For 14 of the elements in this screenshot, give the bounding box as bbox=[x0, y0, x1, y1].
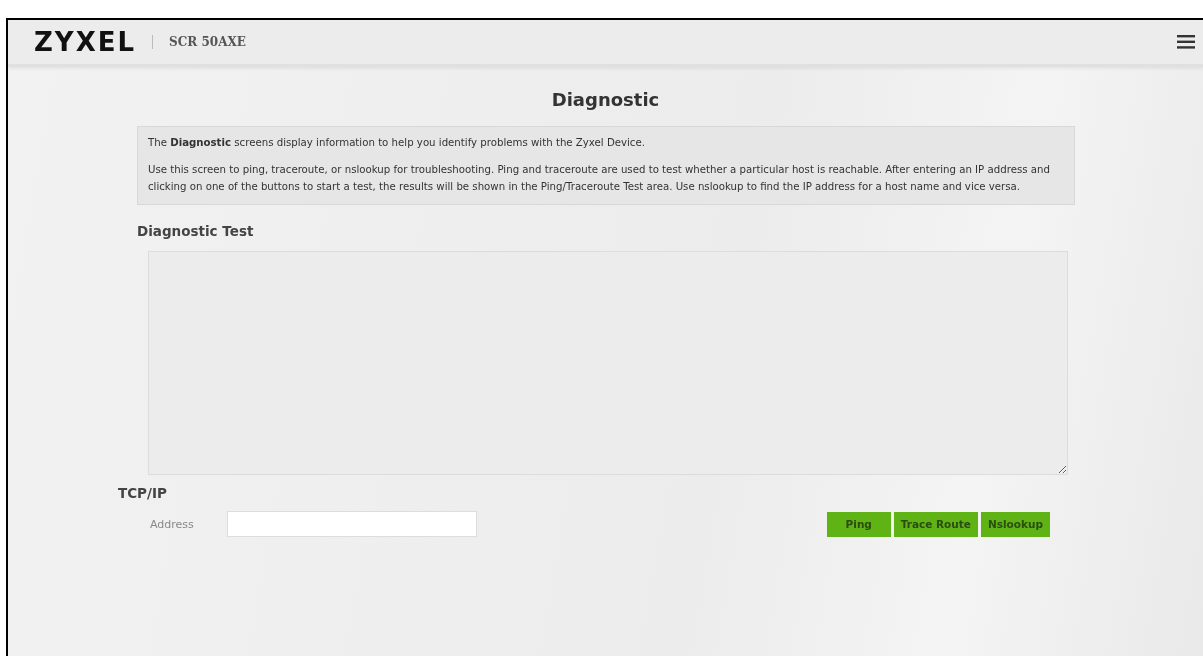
model-name: SCR 50AXE bbox=[169, 35, 246, 49]
logo: ZYXEL bbox=[34, 27, 137, 57]
test-button[interactable]: Trace Route bbox=[893, 511, 978, 537]
test-button[interactable]: Nslookup bbox=[980, 511, 1050, 537]
field-label: Address bbox=[150, 517, 195, 531]
test-button[interactable]: Ping bbox=[826, 511, 891, 537]
section-heading: TCP/IP bbox=[118, 485, 168, 501]
section-heading: Diagnostic Test bbox=[137, 223, 255, 239]
result-area[interactable] bbox=[148, 251, 1068, 475]
info-text: Use this screen to ping, traceroute, or nslookup for troubleshooting. Ping and traceroute are used to test whether a particular host is reachable. After entering an IP address and clicking on one of the buttons to start a test, the results will be shown in the Ping/Traceroute Test area. Use nslookup to find the IP address for a host name and vice versa. bbox=[148, 163, 1051, 194]
address-field[interactable] bbox=[227, 511, 477, 537]
info-text: The Diagnostic screens display information to help you identify problems with the Zyxel Device. bbox=[148, 136, 646, 150]
page-title: Diagnostic bbox=[550, 89, 661, 110]
menu-icon[interactable] bbox=[1177, 35, 1195, 49]
